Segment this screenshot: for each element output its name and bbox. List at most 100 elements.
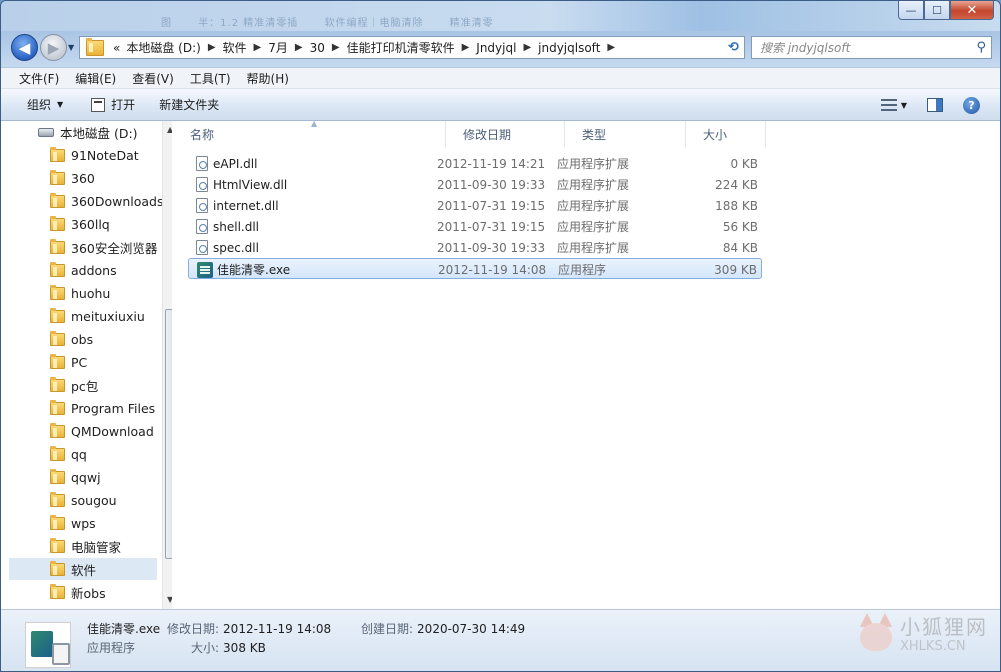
tree-item-folder[interactable]: 91NoteDat [9,144,157,166]
dll-icon [196,240,208,255]
column-header-date[interactable]: 修改日期 [446,121,565,147]
breadcrumb-separator-icon[interactable]: ▶ [204,42,220,53]
details-size: 大小: 308 KB [191,641,266,655]
breadcrumb-drive[interactable]: 本地磁盘 (D:) [123,39,203,56]
column-header-type[interactable]: 类型 [565,121,686,147]
tree-item-drive-d[interactable]: 本地磁盘 (D:) [9,121,157,143]
menu-help[interactable]: 帮助(H) [239,70,297,87]
tree-item-folder[interactable]: obs [9,328,157,350]
tree-item-folder[interactable]: 360 [9,167,157,189]
file-row[interactable]: spec.dll 2011-09-30 19:33 应用程序扩展 84 KB [188,237,762,258]
breadcrumb-30[interactable]: 30 [307,41,328,55]
forward-button[interactable]: ▶ [40,34,67,61]
tree-item-folder[interactable]: meituxiuxiu [9,305,157,327]
tree-item-folder[interactable]: 360安全浏览器 [9,236,157,258]
breadcrumb-separator-icon[interactable]: ▶ [603,42,619,53]
breadcrumb-jndyjql[interactable]: Jndyjql [473,41,519,55]
preview-pane-icon[interactable] [927,98,943,112]
file-row[interactable]: eAPI.dll 2012-11-19 14:21 应用程序扩展 0 KB [188,153,762,174]
tree-item-folder[interactable]: QMDownload [9,420,157,442]
search-icon[interactable]: ⚲ [976,40,986,55]
organize-button[interactable]: 组织 ▼ [1,89,73,120]
tree-item-folder[interactable]: PC [9,351,157,373]
file-name-cell: 佳能清零.exe [197,259,290,280]
tree-item-folder[interactable]: qqwj [9,466,157,488]
file-date-cell: 2011-09-30 19:33 [437,177,546,192]
column-header-size[interactable]: 大小 [686,121,766,147]
navigation-scrollbar[interactable]: ▲ ▼ [162,121,172,609]
tree-item-folder[interactable]: 360llq [9,213,157,235]
tree-item-folder[interactable]: 软件 [9,558,157,580]
tree-item-folder[interactable]: addons [9,259,157,281]
scroll-down-icon[interactable]: ▼ [167,595,172,604]
file-row[interactable]: HtmlView.dll 2011-09-30 19:33 应用程序扩展 224 KB [188,174,762,195]
close-button[interactable]: ✕ [950,1,994,20]
breadcrumb-separator-icon[interactable]: ▶ [458,42,474,53]
tree-item-folder[interactable]: 新obs [9,581,157,603]
breadcrumb-separator-icon[interactable]: ▶ [519,42,535,53]
tree-item-label: Program Files [71,400,156,416]
address-bar[interactable]: « 本地磁盘 (D:) ▶ 软件 ▶ 7月 ▶ 30 ▶ 佳能打印机清零软件 ▶… [79,36,743,59]
folder-icon [50,307,65,323]
refresh-icon[interactable]: ⟲ [723,36,745,59]
file-row[interactable]: shell.dll 2011-07-31 19:15 应用程序扩展 56 KB [188,216,762,237]
file-row[interactable]: 佳能清零.exe 2012-11-19 14:08 应用程序 309 KB [188,258,762,279]
menu-edit[interactable]: 编辑(E) [67,70,124,87]
tree-item-label: 电脑管家 [71,539,122,555]
tree-item-label: sougou [71,492,117,508]
file-type-cell: 应用程序扩展 [557,178,630,192]
back-button[interactable]: ◀ [11,34,38,61]
breadcrumb-separator-icon[interactable]: ▶ [250,42,266,53]
open-button[interactable]: 打开 [73,89,145,120]
help-icon[interactable]: ? [963,96,980,114]
breadcrumb-canon-reset[interactable]: 佳能打印机清零软件 [344,39,458,56]
tree-item-label: 本地磁盘 (D:) [60,125,138,141]
folder-icon [50,583,65,599]
tree-item-folder[interactable]: 360Downloads [9,190,164,212]
minimize-button[interactable]: — [898,1,924,20]
menu-view[interactable]: 查看(V) [124,70,182,87]
title-bar[interactable]: 图 半：1.2 精准清零插 软件编程｜电脑清除 精准清零 — ☐ ✕ [1,1,1000,31]
file-type-cell: 应用程序扩展 [557,220,630,234]
tree-item-folder[interactable]: pc包 [9,374,157,396]
scrollbar-thumb[interactable] [165,309,172,559]
column-header-name[interactable]: 名称 ▲ [173,119,446,147]
tree-item-label: 新obs [71,585,106,601]
file-name-cell: shell.dll [196,216,259,237]
breadcrumb-overflow[interactable]: « [110,41,123,55]
menu-bar: 文件(F) 编辑(E) 查看(V) 工具(T) 帮助(H) [1,67,1000,89]
breadcrumb-separator-icon[interactable]: ▶ [328,42,344,53]
maximize-button[interactable]: ☐ [924,1,950,20]
tree-item-folder[interactable]: qq [9,443,157,465]
column-headers: 名称 ▲ 修改日期 类型 大小 [173,119,1000,147]
new-folder-button[interactable]: 新建文件夹 [145,89,229,120]
menu-tools[interactable]: 工具(T) [182,70,239,87]
dll-icon [196,177,208,192]
new-folder-label: 新建文件夹 [159,98,220,112]
caption-buttons: — ☐ ✕ [898,1,994,20]
breadcrumb-july[interactable]: 7月 [265,39,291,56]
tree-item-label: QMDownload [71,423,154,439]
watermark-site: XHLKS.CN [900,639,966,654]
navigation-bar: ◀ ▶ ▼ « 本地磁盘 (D:) ▶ 软件 ▶ 7月 ▶ 30 ▶ 佳能打印机… [1,31,1000,64]
tree-item-folder[interactable]: huohu [9,282,157,304]
view-options-dropdown-icon[interactable]: ▼ [901,101,907,110]
tree-item-folder[interactable]: 电脑管家 [9,535,157,557]
navigation-pane: 本地磁盘 (D:) 91NoteDat 360 360Downloads 360llq… [9,121,172,609]
tree-item-folder[interactable]: sougou [9,489,157,511]
tree-item-folder[interactable]: Program Files [9,397,157,419]
details-filename: 佳能清零.exe [87,622,161,636]
scroll-up-icon[interactable]: ▲ [167,125,172,134]
file-name: HtmlView.dll [213,177,288,192]
breadcrumb-software[interactable]: 软件 [220,39,250,56]
change-view-icon[interactable] [880,99,897,111]
tree-item-folder[interactable]: wps [9,512,157,534]
file-name: internet.dll [213,198,279,213]
search-input[interactable]: 搜索 jndyjqlsoft ⚲ [751,36,992,59]
breadcrumb-separator-icon[interactable]: ▶ [291,42,307,53]
recent-pages-dropdown-icon[interactable]: ▼ [68,43,74,52]
folder-icon [50,491,65,507]
menu-file[interactable]: 文件(F) [11,70,67,87]
file-row[interactable]: internet.dll 2011-07-31 19:15 应用程序扩展 188 KB [188,195,762,216]
breadcrumb-jndyjqlsoft[interactable]: jndyjqlsoft [535,41,603,55]
